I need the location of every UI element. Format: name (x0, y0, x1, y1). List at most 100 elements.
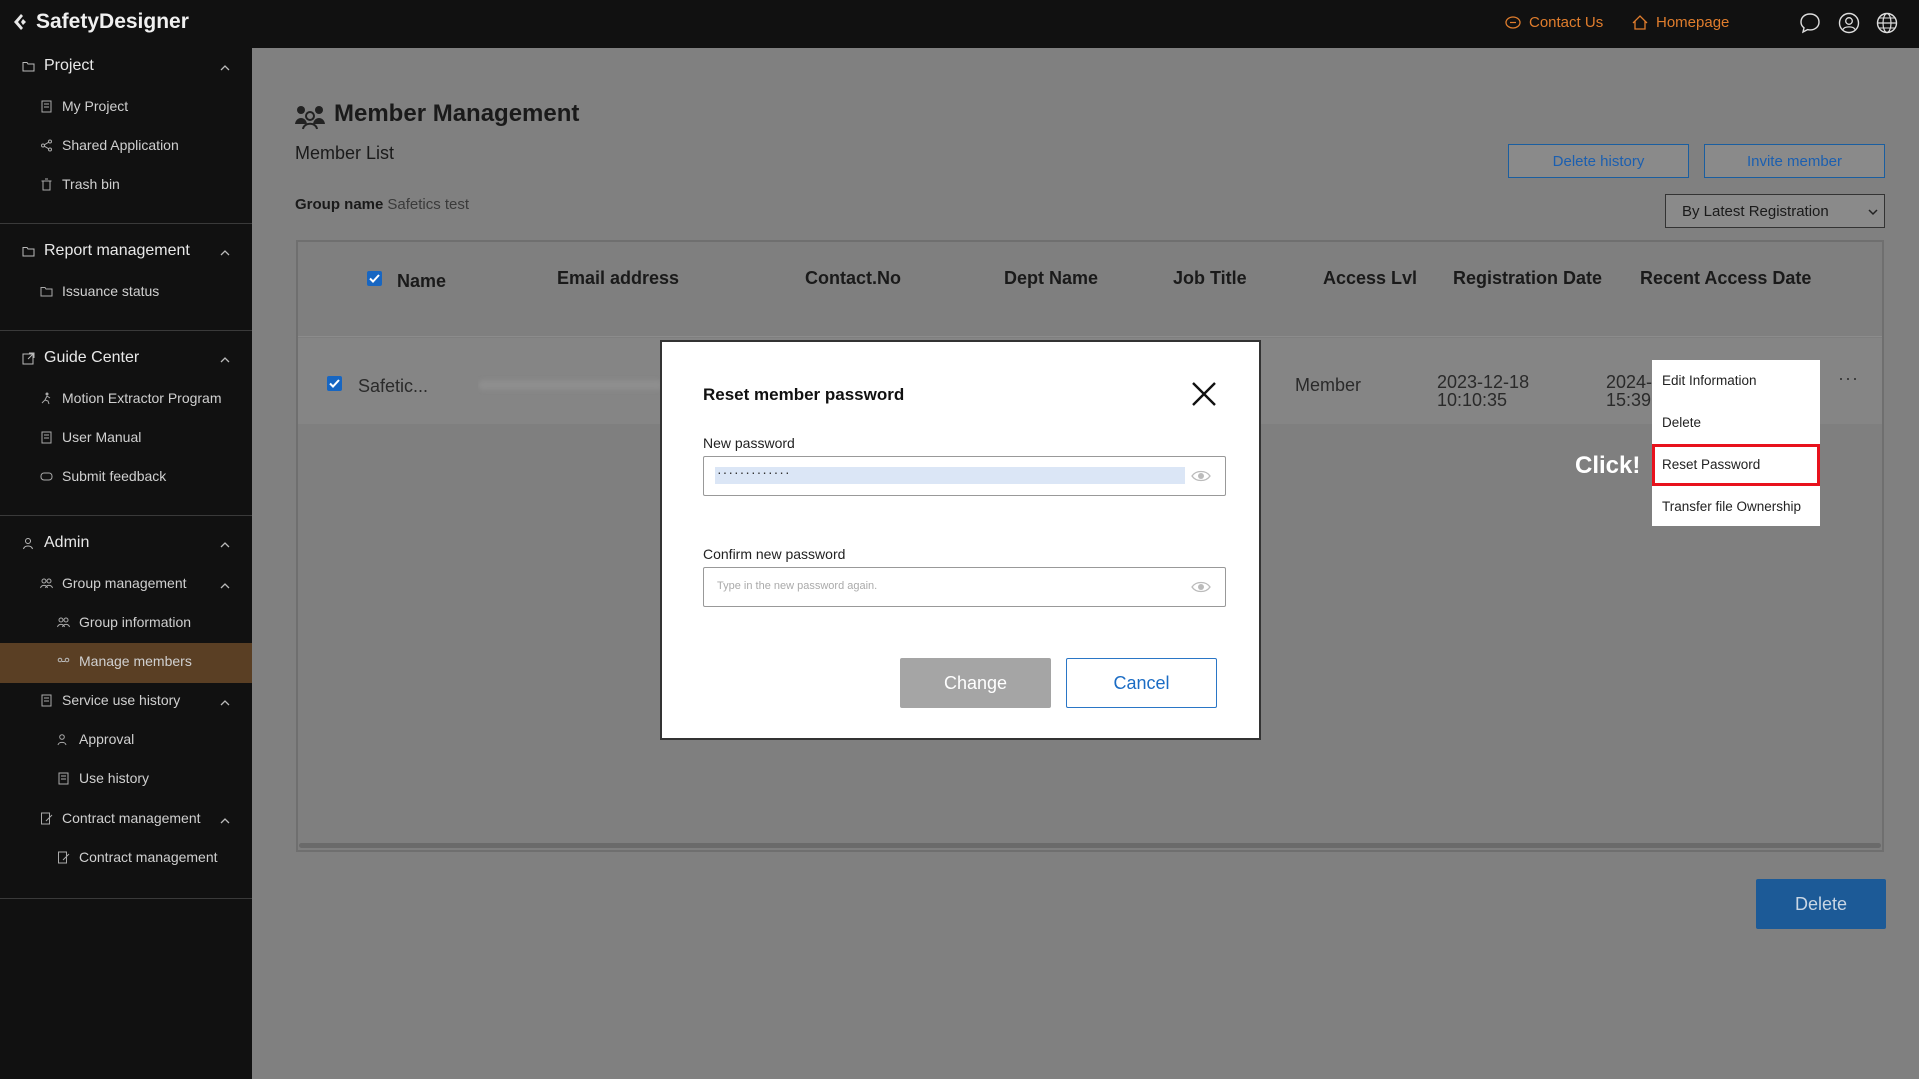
member-management-icon (295, 106, 325, 130)
horizontal-scrollbar[interactable] (299, 843, 1881, 848)
document-icon (41, 694, 52, 706)
new-password-value: ············· (717, 464, 791, 480)
trash-icon (41, 178, 52, 190)
sidebar-item-label: Issuance status (62, 283, 160, 299)
column-header-dept[interactable]: Dept Name (1004, 268, 1098, 289)
checkmark-icon (329, 379, 340, 388)
menu-item-transfer-ownership[interactable]: Transfer file Ownership (1662, 499, 1801, 514)
sidebar-section-project[interactable]: Project (22, 57, 94, 75)
sidebar-item-use-history[interactable]: Use history (57, 770, 149, 786)
sidebar-section-admin[interactable]: Admin (22, 534, 89, 552)
chevron-up-icon[interactable] (220, 248, 230, 258)
contact-us-label: Contact Us (1529, 14, 1604, 31)
chevron-up-icon[interactable] (220, 816, 230, 826)
group-icon (57, 617, 70, 627)
document-icon (41, 431, 52, 443)
column-header-name[interactable]: Name (397, 271, 446, 292)
homepage-label: Homepage (1656, 14, 1730, 31)
sort-select-value: By Latest Registration (1682, 202, 1829, 220)
checkmark-icon (369, 274, 380, 283)
sidebar-item-label: Contract management (62, 810, 201, 826)
confirm-password-field[interactable]: Type in the new password again. (703, 567, 1226, 607)
sidebar-item-group-management[interactable]: Group management (40, 575, 187, 591)
delete-history-button[interactable]: Delete history (1508, 144, 1689, 178)
globe-icon[interactable] (1876, 12, 1898, 34)
user-check-icon (57, 733, 67, 745)
menu-item-edit-information[interactable]: Edit Information (1662, 373, 1757, 388)
group-name-value: Safetics test (387, 196, 470, 213)
sidebar-section-report[interactable]: Report management (22, 242, 190, 260)
column-header-job-title[interactable]: Job Title (1173, 268, 1247, 289)
homepage-link[interactable]: Homepage (1632, 14, 1729, 31)
chevron-up-icon[interactable] (220, 540, 230, 550)
sidebar-item-contract-management[interactable]: Contract management (40, 810, 201, 826)
sidebar-item-user-manual[interactable]: User Manual (40, 429, 141, 445)
invite-member-button[interactable]: Invite member (1704, 144, 1885, 178)
row-email-blurred (478, 372, 668, 396)
feedback-icon (40, 472, 53, 480)
change-button[interactable]: Change (900, 658, 1051, 708)
sidebar-item-approval[interactable]: Approval (57, 731, 134, 747)
share-icon (41, 139, 52, 151)
contact-us-link[interactable]: Contact Us (1505, 14, 1603, 31)
eye-icon[interactable] (1191, 468, 1211, 484)
column-header-email[interactable]: Email address (557, 268, 679, 289)
sidebar-item-label: Use history (79, 770, 150, 786)
sidebar-item-manage-members[interactable]: Manage members (57, 653, 192, 669)
sort-select[interactable]: By Latest Registration (1665, 194, 1885, 228)
sidebar-section-label: Guide Center (44, 349, 140, 366)
row-recent-access-time: 15:39 (1606, 390, 1652, 410)
edit-document-icon (41, 812, 53, 824)
column-header-contact[interactable]: Contact.No (805, 268, 901, 289)
folder-icon (22, 246, 35, 256)
sidebar-item-shared-application[interactable]: Shared Application (40, 137, 179, 153)
column-header-registration-date[interactable]: Registration Date (1453, 268, 1602, 289)
user-icon[interactable] (1838, 12, 1860, 34)
select-all-checkbox[interactable] (367, 271, 382, 286)
sidebar-item-submit-feedback[interactable]: Submit feedback (40, 468, 166, 484)
chevron-up-icon[interactable] (220, 63, 230, 73)
sidebar-item-group-information[interactable]: Group information (57, 614, 191, 630)
folder-icon (40, 286, 53, 296)
modal-title: Reset member password (703, 385, 905, 404)
eye-icon[interactable] (1191, 579, 1211, 595)
sidebar-item-motion-extractor[interactable]: Motion Extractor Program (40, 390, 222, 406)
page-title: Member Management (334, 100, 580, 127)
sidebar-item-issuance-status[interactable]: Issuance status (40, 283, 159, 299)
delete-button[interactable]: Delete (1756, 879, 1886, 929)
sidebar-item-trash-bin[interactable]: Trash bin (40, 176, 120, 192)
chevron-up-icon[interactable] (220, 698, 230, 708)
menu-item-delete[interactable]: Delete (1662, 415, 1701, 430)
confirm-password-placeholder: Type in the new password again. (717, 580, 878, 592)
sidebar-item-label: Manage members (79, 653, 192, 669)
motion-figure-icon (41, 392, 51, 404)
group-icon (40, 578, 53, 588)
column-header-recent-access[interactable]: Recent Access Date (1640, 268, 1811, 289)
sidebar-item-label: User Manual (62, 429, 142, 445)
app-logo[interactable]: SafetyDesigner (12, 10, 189, 34)
chat-bubble-icon (1505, 15, 1521, 29)
members-icon (57, 657, 70, 662)
document-icon (58, 772, 69, 784)
document-icon (41, 100, 52, 112)
chat-icon[interactable] (1799, 12, 1821, 34)
click-annotation: Click! (1575, 452, 1641, 479)
sidebar-item-contract-management-sub[interactable]: Contract management (57, 849, 218, 865)
edit-document-icon (58, 851, 70, 863)
sidebar-item-label: My Project (62, 98, 129, 114)
sidebar-item-label: Group information (79, 614, 192, 630)
row-more-options[interactable]: ··· (1838, 368, 1859, 389)
sidebar-item-label: Shared Application (62, 137, 179, 153)
row-access-level: Member (1295, 375, 1362, 395)
sidebar-section-guide[interactable]: Guide Center (22, 349, 139, 367)
column-header-access[interactable]: Access Lvl (1323, 268, 1417, 289)
cancel-button[interactable]: Cancel (1066, 658, 1217, 708)
row-name: Safetic... (358, 376, 429, 396)
chevron-up-icon[interactable] (220, 581, 230, 591)
row-checkbox[interactable] (327, 376, 342, 391)
sidebar-item-service-use-history[interactable]: Service use history (40, 692, 180, 708)
close-icon[interactable] (1190, 380, 1218, 408)
sidebar-item-my-project[interactable]: My Project (40, 98, 128, 114)
chevron-up-icon[interactable] (220, 355, 230, 365)
new-password-field[interactable]: ············· (703, 456, 1226, 496)
